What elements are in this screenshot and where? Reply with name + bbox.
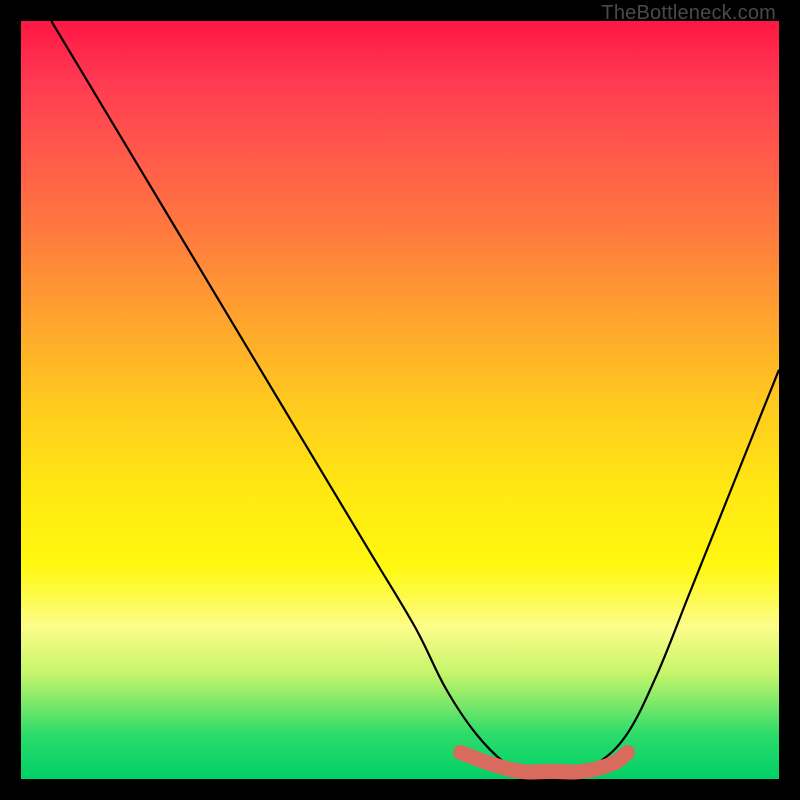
bottleneck-curve-path [51, 21, 779, 781]
chart-svg [21, 21, 779, 779]
optimal-band-path [461, 753, 628, 773]
bottleneck-curve [51, 21, 779, 781]
optimal-band [461, 753, 628, 773]
chart-frame: TheBottleneck.com [0, 0, 800, 800]
plot-area [21, 21, 779, 779]
